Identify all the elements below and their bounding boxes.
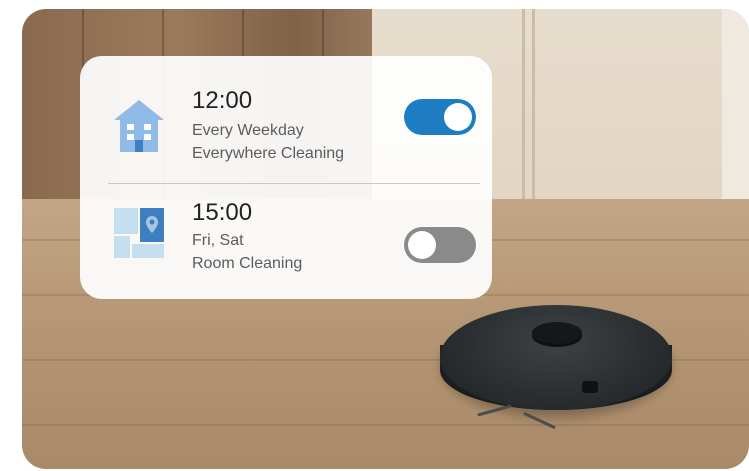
schedule-days: Fri, Sat [192,232,244,249]
schedule-row[interactable]: 15:00 Fri, Sat Room Cleaning [80,180,492,300]
schedule-mode: Room Cleaning [192,255,303,272]
room-map-icon [110,204,168,262]
schedule-time: 12:00 [192,87,253,114]
schedule-row[interactable]: 12:00 Every Weekday Everywhere Cleaning [80,56,492,176]
schedule-time: 15:00 [192,199,253,226]
toggle-knob [408,231,436,259]
robot-vacuum [440,305,672,410]
schedule-toggle[interactable] [404,99,476,135]
toggle-knob [444,103,472,131]
schedule-mode: Everywhere Cleaning [192,145,345,162]
schedule-card: 12:00 Every Weekday Everywhere Cleaning … [80,56,492,299]
robot-lidar-tower [532,322,582,344]
house-icon [110,96,168,154]
schedule-toggle[interactable] [404,227,476,263]
robot-sensor [582,381,598,393]
schedule-days: Every Weekday [192,122,304,139]
